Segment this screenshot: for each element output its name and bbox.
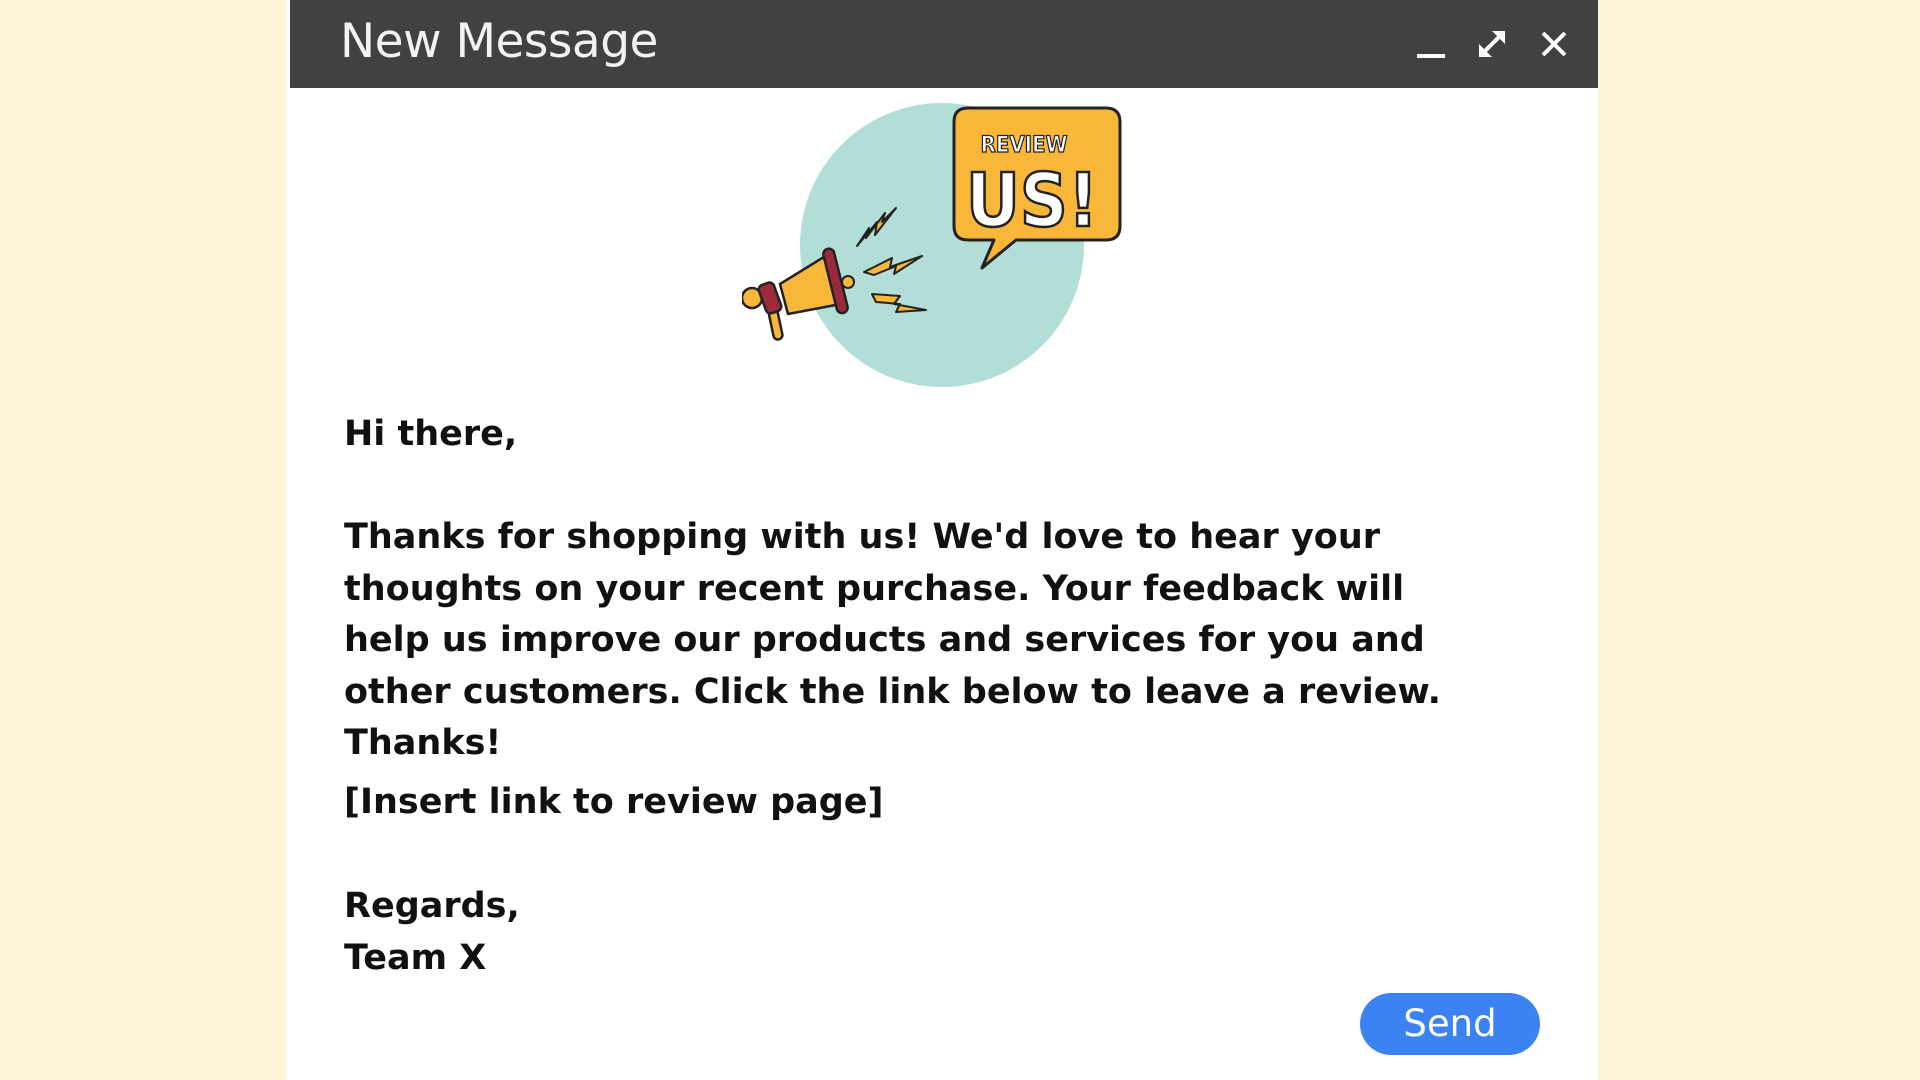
- send-button[interactable]: Send: [1360, 993, 1540, 1055]
- review-link-placeholder[interactable]: [Insert link to review page]: [344, 776, 884, 828]
- badge-large-text: US!: [966, 158, 1098, 244]
- minimize-button[interactable]: [1410, 24, 1450, 64]
- title-bar: New Message: [290, 0, 1598, 88]
- expand-icon: [1479, 31, 1505, 57]
- review-us-illustration: REVIEW US!: [740, 100, 1162, 390]
- close-icon: [1541, 31, 1567, 57]
- compose-window: New Message REVIEW US! Hi there, Thanks …: [286, 0, 1598, 1080]
- close-button[interactable]: [1534, 24, 1574, 64]
- greeting-text: Hi there,: [344, 414, 518, 454]
- expand-button[interactable]: [1472, 24, 1512, 64]
- badge-small-text: REVIEW: [981, 133, 1068, 158]
- minimize-icon: [1417, 54, 1445, 58]
- body-paragraph: Thanks for shopping with us! We'd love t…: [344, 517, 1441, 763]
- signature-text: Team X: [344, 938, 487, 978]
- window-title: New Message: [340, 14, 658, 69]
- sign-off-text: Regards,: [344, 886, 520, 926]
